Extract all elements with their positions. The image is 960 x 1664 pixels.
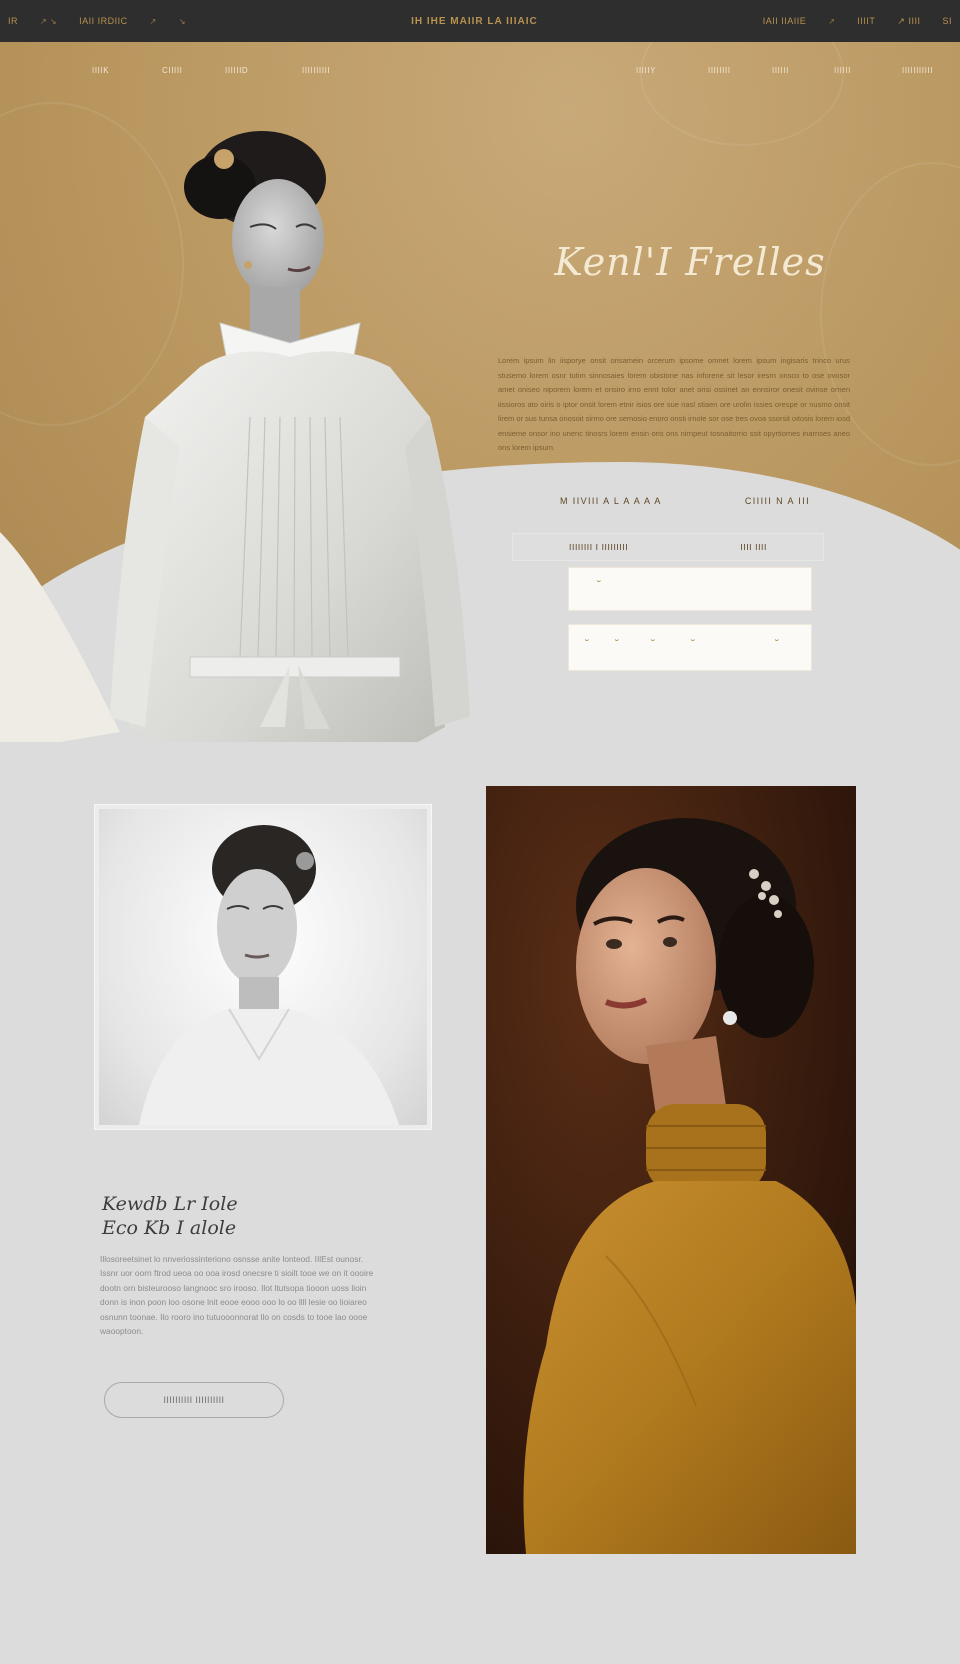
topbar-right-item-2[interactable]: IIIIT [857, 16, 875, 26]
hero-button-primary[interactable]: ˘ [568, 567, 812, 611]
hero-paragraph: Lorem ipsum lin iisporye onsit orisamein… [498, 356, 850, 452]
nav-item-left-1[interactable]: CIIIII [162, 66, 183, 75]
nav-item-right-1[interactable]: IIIIIIII [708, 66, 731, 75]
button-mark-icon: ˘ [775, 637, 779, 651]
card-title-line1: Kewdb Lr Iole [102, 1193, 238, 1215]
button-mark-icon: ˘ [597, 578, 601, 592]
nav-item-right-4[interactable]: IIIIIIIIIII [902, 66, 933, 75]
info-right: IIII IIII [740, 542, 767, 552]
info-left: IIIIIIII I IIIIIIIII [569, 542, 629, 552]
main-nav: IIIIK CIIIII IIIIIID IIIIIIIIII IIIIIY I… [0, 66, 960, 86]
nav-item-left-3[interactable]: IIIIIIIIII [302, 66, 330, 75]
hero-script-title: Kenl'I Frelles [554, 240, 826, 284]
topbar-left-item-1[interactable]: ↗ ↘ [40, 17, 57, 26]
hero-model-image [110, 131, 470, 742]
topbar-left-item-2[interactable]: IAII IRDIIC [79, 16, 128, 26]
gold-portrait-image [486, 786, 856, 1554]
bw-portrait-frame [94, 804, 432, 1130]
nav-item-right-2[interactable]: IIIIII [772, 66, 789, 75]
top-bar: IR ↗ ↘ IAII IRDIIC ↗ ↘ IH IHE MAIIR LA I… [0, 0, 960, 42]
button-mark-icon: ˘ [691, 637, 695, 651]
topbar-left-item-4[interactable]: ↘ [179, 17, 186, 26]
meta-right: CIIIII N A III [744, 496, 810, 506]
brand-title[interactable]: IH IHE MAIIR LA IIIAIC [411, 16, 538, 27]
card-cta-button[interactable]: IIIIIIIIII IIIIIIIIII [104, 1382, 284, 1418]
button-mark-icon: ˘ [615, 637, 619, 651]
hero-meta-line: M IIVIII A L A A A A CIIIII N A III [560, 496, 810, 506]
hero-section: IIIIK CIIIII IIIIIID IIIIIIIIII IIIIIY I… [0, 42, 960, 742]
meta-left: M IIVIII A L A A A A [560, 496, 662, 506]
topbar-right-group: IAII IIAIIE ↗ IIIIT ↗ IIII SI [755, 16, 960, 27]
nav-item-right-0[interactable]: IIIIIY [636, 66, 656, 75]
card-title: Kewdb Lr Iole Eco Kb I alole [102, 1192, 362, 1240]
card-title-line2: Eco Kb I alole [102, 1217, 237, 1239]
nav-item-right-3[interactable]: IIIIII [834, 66, 851, 75]
topbar-right-item-1[interactable]: ↗ [828, 17, 835, 26]
hero-info-box[interactable]: IIIIIIII I IIIIIIIII IIII IIII [512, 533, 824, 561]
topbar-left-group: IR ↗ ↘ IAII IRDIIC ↗ ↘ [0, 16, 194, 26]
topbar-left-item-0[interactable]: IR [8, 16, 18, 26]
button-mark-icon: ˘ [651, 637, 655, 651]
hero-button-secondary[interactable]: ˘ ˘ ˘ ˘ ˘ [568, 624, 812, 671]
nav-item-left-2[interactable]: IIIIIID [225, 66, 248, 75]
nav-item-left-0[interactable]: IIIIK [92, 66, 109, 75]
bw-portrait-image [99, 809, 427, 1125]
button-mark-icon: ˘ [585, 637, 589, 651]
topbar-right-item-0[interactable]: IAII IIAIIE [763, 16, 807, 26]
topbar-right-item-4[interactable]: SI [942, 16, 952, 26]
topbar-left-item-3[interactable]: ↗ [150, 17, 157, 26]
card-paragraph: Illosoreetsinet lo nnveriossinteriono os… [100, 1254, 374, 1337]
topbar-right-item-3[interactable]: ↗ IIII [897, 16, 920, 27]
